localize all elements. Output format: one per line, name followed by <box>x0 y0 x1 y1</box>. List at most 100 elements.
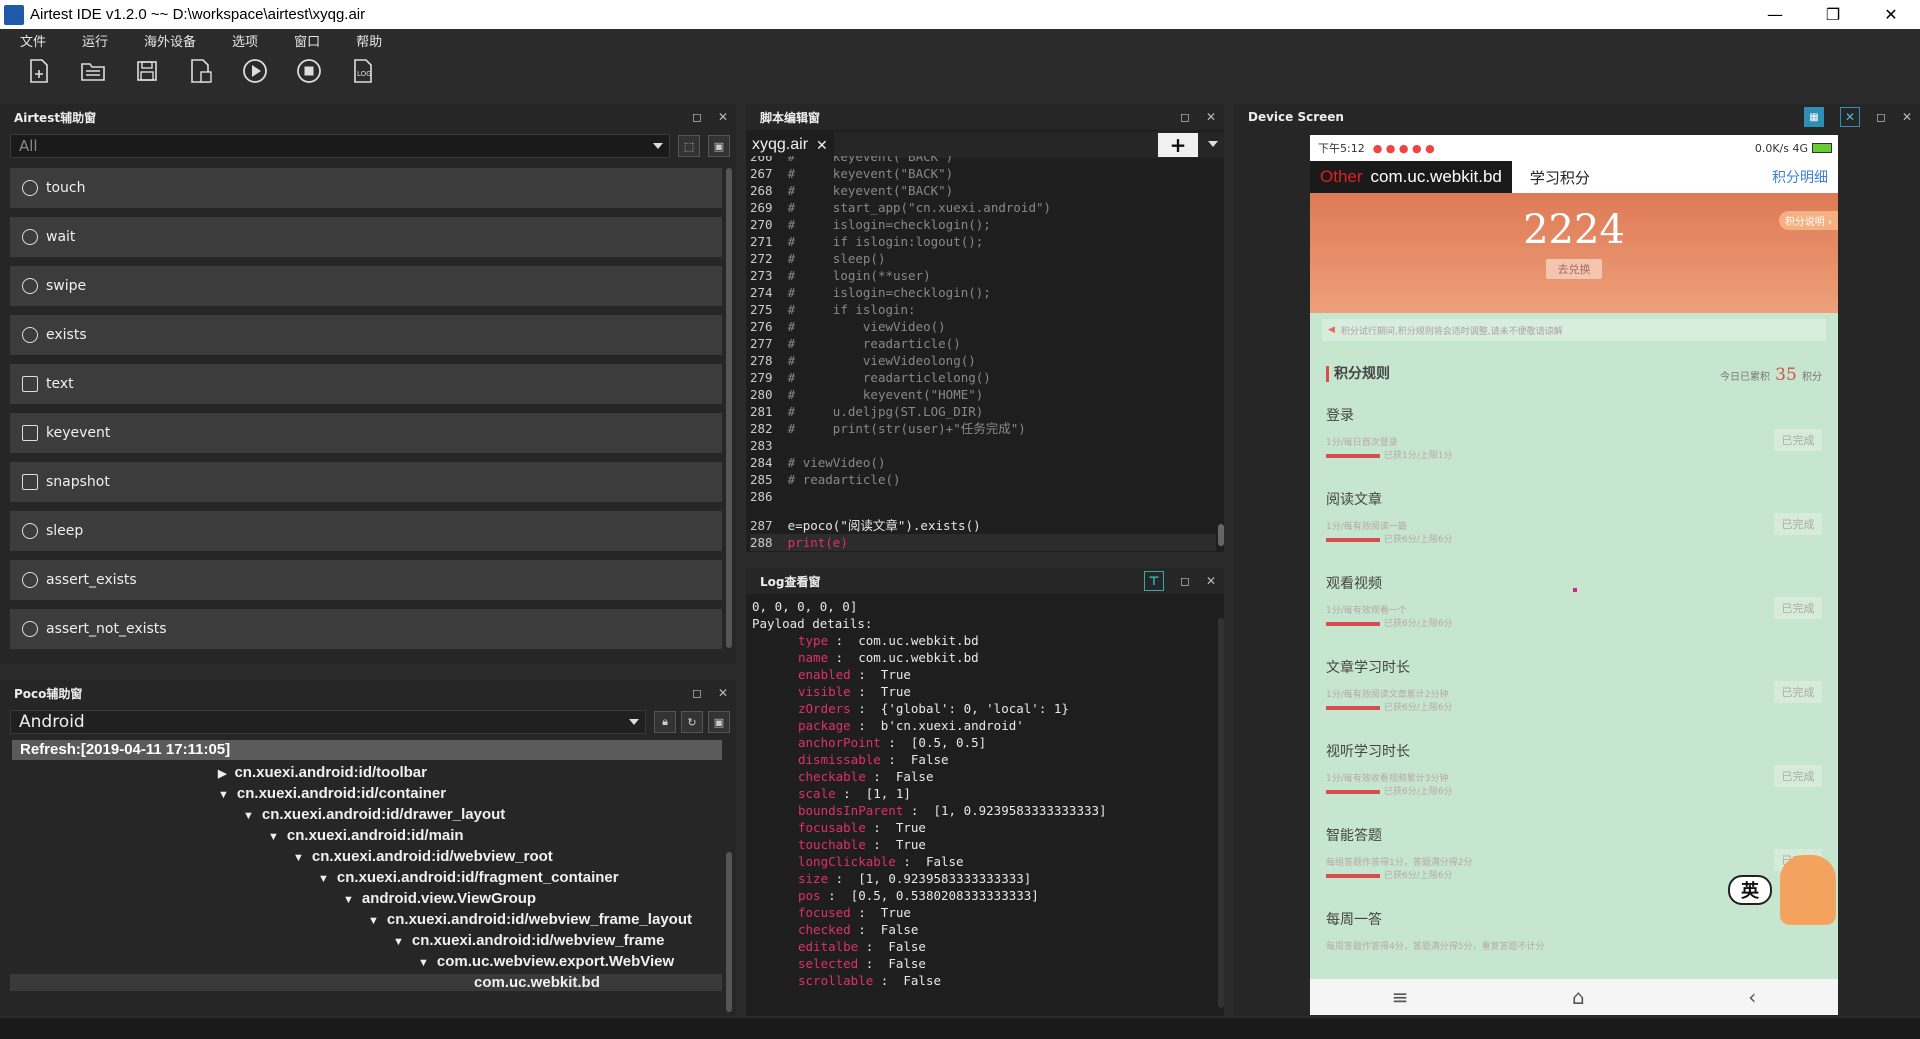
redeem-button[interactable]: 去兑换 <box>1546 259 1602 279</box>
scrollbar[interactable] <box>726 852 732 1012</box>
tab-xyqg[interactable]: xyqg.air ✕ <box>746 132 834 158</box>
expanded-triangle-icon[interactable]: ▼ <box>243 810 254 822</box>
close-panel-icon[interactable]: ✕ <box>1902 110 1912 124</box>
float-icon[interactable]: ◻ <box>1876 110 1886 124</box>
api-filter-select[interactable]: All <box>10 134 670 158</box>
poco-tree-node[interactable]: ▼ cn.xuexi.android:id/container <box>218 785 446 802</box>
poco-tree-node[interactable]: ▶ cn.xuexi.android:id/toolbar <box>218 764 427 781</box>
api-item-touch[interactable]: touch <box>10 168 722 208</box>
line-number: 279 <box>750 370 773 385</box>
api-item-swipe[interactable]: swipe <box>10 266 722 306</box>
ime-badge[interactable]: 英 <box>1728 875 1772 905</box>
snapshot-tool-icon[interactable]: ▣ <box>708 135 730 157</box>
api-item-sleep[interactable]: sleep <box>10 511 722 551</box>
grid-view-icon[interactable]: ▦ <box>1803 107 1824 127</box>
poco-mode-select[interactable]: Android <box>10 710 646 734</box>
float-icon[interactable]: ◻ <box>692 110 702 124</box>
poco-tree-node[interactable]: ▼ android.view.ViewGroup <box>343 890 536 907</box>
poco-tree-node[interactable]: ▼ cn.xuexi.android:id/drawer_layout <box>243 806 505 823</box>
menu-icon[interactable]: ≡ <box>1392 985 1409 1009</box>
float-icon[interactable]: ◻ <box>1180 110 1190 124</box>
record-icon[interactable]: ▣ <box>708 711 730 733</box>
tab-list-dropdown[interactable] <box>1208 141 1218 147</box>
poco-tree-node[interactable]: ▼ cn.xuexi.android:id/fragment_container <box>318 869 619 886</box>
close-panel-icon[interactable]: ✕ <box>1206 110 1216 124</box>
expanded-triangle-icon[interactable]: ▼ <box>218 789 229 801</box>
new-script-icon[interactable] <box>24 56 54 86</box>
collapsed-triangle-icon[interactable]: ▶ <box>218 768 226 780</box>
expanded-triangle-icon[interactable]: ▼ <box>343 894 354 906</box>
poco-tree-node[interactable]: com.uc.webkit.bd <box>10 974 722 991</box>
expanded-triangle-icon[interactable]: ▼ <box>293 852 304 864</box>
rule-status-button[interactable]: 已完成 <box>1774 429 1822 451</box>
refresh-icon[interactable]: ↻ <box>681 711 703 733</box>
rule-status-button[interactable]: 已完成 <box>1774 597 1822 619</box>
open-folder-icon[interactable] <box>78 56 108 86</box>
poco-tree-node[interactable]: ▼ cn.xuexi.android:id/main <box>268 827 464 844</box>
filter-icon[interactable]: ⊤ <box>1143 571 1164 591</box>
menu-help[interactable]: 帮助 <box>356 31 382 50</box>
stop-icon[interactable] <box>294 56 324 86</box>
scrollbar[interactable] <box>1218 524 1224 546</box>
poco-node-label: cn.xuexi.android:id/drawer_layout <box>261 806 506 823</box>
swipe-icon <box>22 278 38 294</box>
api-item-assert-not-exists[interactable]: assert_not_exists <box>10 609 722 649</box>
poco-node-label: cn.xuexi.android:id/fragment_container <box>336 869 619 886</box>
run-icon[interactable] <box>240 56 270 86</box>
expanded-triangle-icon[interactable]: ▼ <box>418 957 429 969</box>
close-button[interactable]: ✕ <box>1862 0 1920 29</box>
menu-options[interactable]: 选项 <box>232 31 258 50</box>
back-icon[interactable]: ‹ <box>1748 985 1756 1009</box>
menu-file[interactable]: 文件 <box>20 31 46 50</box>
poco-tree-node[interactable]: ▼ cn.xuexi.android:id/webview_frame_layou… <box>368 911 692 928</box>
poco-panel-title: Poco辅助窗 <box>14 686 83 701</box>
float-icon[interactable]: ◻ <box>1180 574 1190 588</box>
phone-screen[interactable]: 下午5:12 ● ● ● ● ● 0.0K/s 4G Other com.uc.… <box>1310 135 1838 1015</box>
menu-overseas-device[interactable]: 海外设备 <box>144 31 196 50</box>
lock-icon[interactable]: 🔒︎ <box>654 711 676 733</box>
poco-tree-node[interactable]: ▼ com.uc.webview.export.WebView <box>418 953 674 970</box>
api-item-wait[interactable]: wait <box>10 217 722 257</box>
rule-status-button[interactable]: 已完成 <box>1774 681 1822 703</box>
restore-button[interactable]: ❐ <box>1804 0 1862 29</box>
expanded-triangle-icon[interactable]: ▼ <box>318 873 329 885</box>
minimize-button[interactable]: — <box>1746 0 1804 29</box>
code-area[interactable]: 266 # keyevent("BACK") 267 # keyevent("BA… <box>746 156 1216 552</box>
scrollbar[interactable] <box>726 168 732 648</box>
expanded-triangle-icon[interactable]: ▼ <box>268 831 279 843</box>
close-panel-icon[interactable]: ✕ <box>718 686 728 700</box>
menubar: 文件 运行 海外设备 选项 窗口 帮助 <box>0 29 1920 51</box>
line-number: 266 <box>750 156 773 164</box>
record-screen-icon[interactable]: ⬚ <box>678 135 700 157</box>
rule-status-button[interactable]: 已完成 <box>1774 765 1822 787</box>
rule-status-button[interactable]: 已完成 <box>1774 513 1822 535</box>
poco-refresh-row[interactable]: Refresh:[2019-04-11 17:11:05] <box>12 740 722 760</box>
rule-desc: 1分/每有效收看视频累计3分钟 <box>1326 774 1449 784</box>
poco-tree-node[interactable]: ▼ cn.xuexi.android:id/webview_frame <box>393 932 664 949</box>
close-tab-icon[interactable]: ✕ <box>816 137 828 154</box>
log-entry: pos : [0.5, 0.5380208333333333] <box>798 888 1039 903</box>
api-item-keyevent[interactable]: keyevent <box>10 413 722 453</box>
tools-icon[interactable]: ✕ <box>1839 107 1860 127</box>
rules-link[interactable]: 积分说明 › <box>1778 211 1838 230</box>
new-tab-button[interactable]: + <box>1158 133 1198 157</box>
poco-tree-node[interactable]: ▼ cn.xuexi.android:id/webview_root <box>293 848 553 865</box>
api-item-exists[interactable]: exists <box>10 315 722 355</box>
float-icon[interactable]: ◻ <box>692 686 702 700</box>
menu-window[interactable]: 窗口 <box>294 31 320 50</box>
home-icon[interactable]: ⌂ <box>1572 985 1585 1009</box>
close-panel-icon[interactable]: ✕ <box>1206 574 1216 588</box>
api-item-assert-exists[interactable]: assert_exists <box>10 560 722 600</box>
close-panel-icon[interactable]: ✕ <box>718 110 728 124</box>
save-icon[interactable] <box>132 56 162 86</box>
expanded-triangle-icon[interactable]: ▼ <box>368 915 379 927</box>
api-item-text[interactable]: text <box>10 364 722 404</box>
api-item-snapshot[interactable]: snapshot <box>10 462 722 502</box>
points-detail-link[interactable]: 积分明细 <box>1772 167 1828 187</box>
save-as-icon[interactable] <box>186 56 216 86</box>
log-icon[interactable]: LOG <box>348 56 378 86</box>
app-logo-icon <box>4 4 24 25</box>
scrollbar[interactable] <box>1218 618 1224 1008</box>
menu-run[interactable]: 运行 <box>82 31 108 50</box>
expanded-triangle-icon[interactable]: ▼ <box>393 936 404 948</box>
